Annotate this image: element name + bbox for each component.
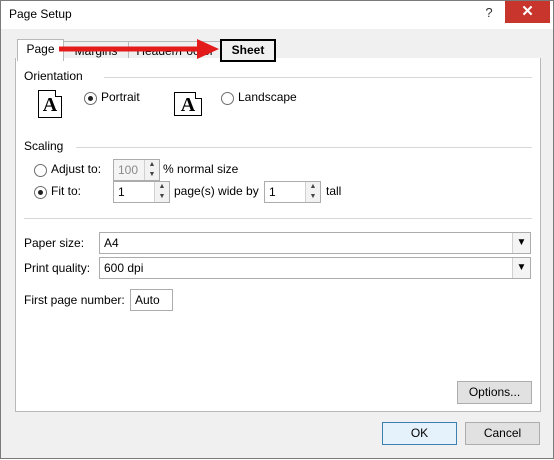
window-title: Page Setup xyxy=(9,7,72,21)
options-button[interactable]: Options... xyxy=(457,381,532,404)
fit-tall-stepper[interactable]: 1 ▲ ▼ xyxy=(264,181,321,203)
adjust-spin-arrows: ▲ ▼ xyxy=(144,160,159,180)
print-quality-select[interactable]: 600 dpi ▼ xyxy=(99,257,531,279)
page-setup-dialog: Page Setup ? ✕ Page Margins Header/Foote… xyxy=(0,0,554,459)
adjust-up-arrow-icon[interactable]: ▲ xyxy=(145,160,159,170)
tab-sheet[interactable]: Sheet xyxy=(220,39,276,62)
landscape-label[interactable]: Landscape xyxy=(238,90,297,104)
fit-wide-down-arrow-icon[interactable]: ▼ xyxy=(155,192,169,202)
fit-to-radio[interactable] xyxy=(34,186,47,199)
print-quality-label: Print quality: xyxy=(24,261,91,275)
cancel-button[interactable]: Cancel xyxy=(465,422,540,445)
close-button[interactable]: ✕ xyxy=(505,1,550,23)
fit-wide-up-arrow-icon[interactable]: ▲ xyxy=(155,182,169,192)
section-divider xyxy=(24,218,532,219)
fit-tall-spin-arrows: ▲ ▼ xyxy=(305,182,320,202)
fit-to-label[interactable]: Fit to: xyxy=(51,184,81,198)
fit-tall-down-arrow-icon[interactable]: ▼ xyxy=(306,192,320,202)
paper-size-select[interactable]: A4 ▼ xyxy=(99,232,531,254)
tab-content-page: Orientation A Portrait A Landscape Scali… xyxy=(15,58,541,412)
fit-wide-stepper[interactable]: 1 ▲ ▼ xyxy=(113,181,170,203)
adjust-suffix-label: % normal size xyxy=(163,162,239,176)
print-quality-value: 600 dpi xyxy=(104,261,144,275)
paper-size-label: Paper size: xyxy=(24,236,85,250)
first-page-number-value: Auto xyxy=(135,293,160,307)
paper-size-value: A4 xyxy=(104,236,119,250)
paper-size-dropdown-icon[interactable]: ▼ xyxy=(512,233,530,253)
fit-wide-value: 1 xyxy=(118,185,125,199)
first-page-number-label: First page number: xyxy=(24,293,125,307)
landscape-page-icon: A xyxy=(174,92,202,116)
portrait-page-icon: A xyxy=(38,90,62,118)
ok-button[interactable]: OK xyxy=(382,422,457,445)
orientation-heading: Orientation xyxy=(24,69,83,83)
fit-wide-spin-arrows: ▲ ▼ xyxy=(154,182,169,202)
scaling-divider xyxy=(76,147,532,148)
landscape-radio[interactable] xyxy=(221,92,234,105)
portrait-label[interactable]: Portrait xyxy=(101,90,140,104)
adjust-down-arrow-icon[interactable]: ▼ xyxy=(145,170,159,180)
fit-tall-up-arrow-icon[interactable]: ▲ xyxy=(306,182,320,192)
adjust-percent-stepper[interactable]: 100 ▲ ▼ xyxy=(113,159,160,181)
first-page-number-input[interactable]: Auto xyxy=(130,289,173,311)
fit-tall-value: 1 xyxy=(269,185,276,199)
scaling-heading: Scaling xyxy=(24,139,64,153)
help-button[interactable]: ? xyxy=(475,1,503,25)
title-bar: Page Setup ? ✕ xyxy=(1,1,553,29)
tab-page[interactable]: Page xyxy=(17,39,64,61)
orientation-divider xyxy=(104,77,532,78)
adjust-to-radio[interactable] xyxy=(34,164,47,177)
close-icon: ✕ xyxy=(521,3,534,20)
print-quality-dropdown-icon[interactable]: ▼ xyxy=(512,258,530,278)
adjust-to-label[interactable]: Adjust to: xyxy=(51,162,101,176)
adjust-percent-value: 100 xyxy=(118,163,139,177)
fit-tall-suffix-label: tall xyxy=(326,184,342,198)
portrait-radio[interactable] xyxy=(84,92,97,105)
fit-wide-suffix-label: page(s) wide by xyxy=(174,184,259,198)
